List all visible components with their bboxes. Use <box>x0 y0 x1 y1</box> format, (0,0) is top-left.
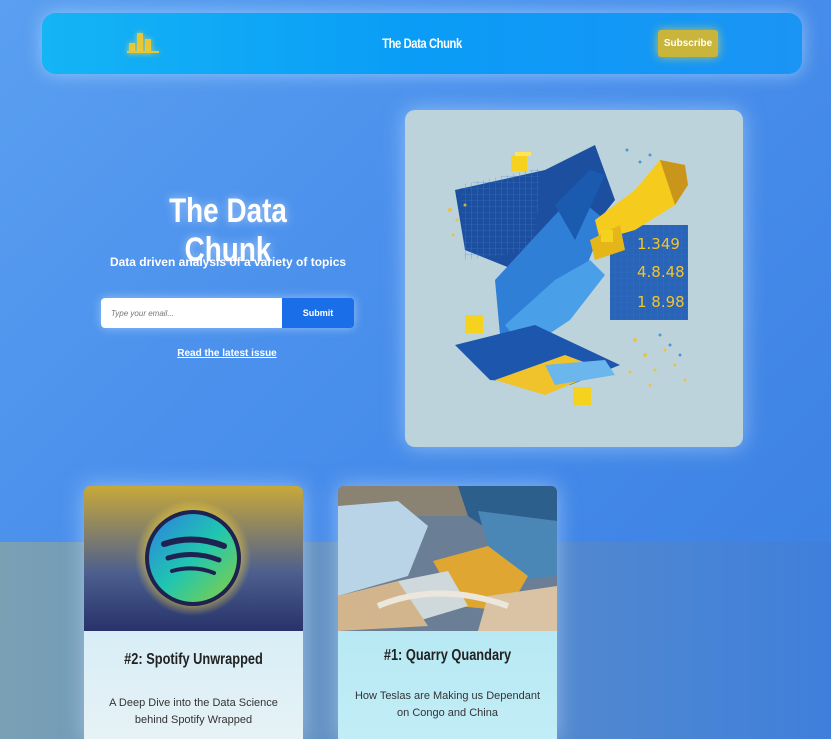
top-navbar: The Data Chunk Subscribe <box>42 13 802 74</box>
figure-3: 1 8.98 <box>637 293 685 311</box>
submit-button[interactable]: Submit <box>282 298 354 328</box>
card-body: #2: Spotify Unwrapped A Deep Dive into t… <box>84 631 303 739</box>
newsletter-signup-form: Submit <box>101 298 354 328</box>
issue-card-1[interactable]: #1: Quarry Quandary How Teslas are Makin… <box>338 486 557 739</box>
spotify-logo-icon <box>84 486 303 631</box>
card-image-quarry <box>338 486 557 631</box>
subscribe-button[interactable]: Subscribe <box>658 30 718 57</box>
data-art-illustration: 1.349 4.8.48 1 8.98 <box>448 145 688 405</box>
card-description: How Teslas are Making us Dependant on Co… <box>354 690 541 719</box>
issue-card-2[interactable]: #2: Spotify Unwrapped A Deep Dive into t… <box>84 486 303 739</box>
nav-site-title[interactable]: The Data Chunk <box>318 35 526 51</box>
card-title[interactable]: #2: Spotify Unwrapped <box>106 651 281 669</box>
figure-1: 1.349 <box>637 235 680 253</box>
card-body: #1: Quarry Quandary How Teslas are Makin… <box>338 631 557 739</box>
card-title[interactable]: #1: Quarry Quandary <box>360 647 535 665</box>
read-latest-issue-link[interactable]: Read the latest issue <box>100 348 354 359</box>
figure-2: 4.8.48 <box>637 263 685 281</box>
email-input[interactable] <box>101 298 282 328</box>
hero-data-art-image: 1.349 4.8.48 1 8.98 <box>405 110 743 447</box>
quarry-landscape-image <box>338 486 557 631</box>
card-image-spotify <box>84 486 303 631</box>
bar-chart-icon[interactable] <box>127 31 159 53</box>
hero-subtitle: Data driven analysis of a variety of top… <box>109 255 347 269</box>
card-description: A Deep Dive into the Data Science behind… <box>109 697 278 726</box>
